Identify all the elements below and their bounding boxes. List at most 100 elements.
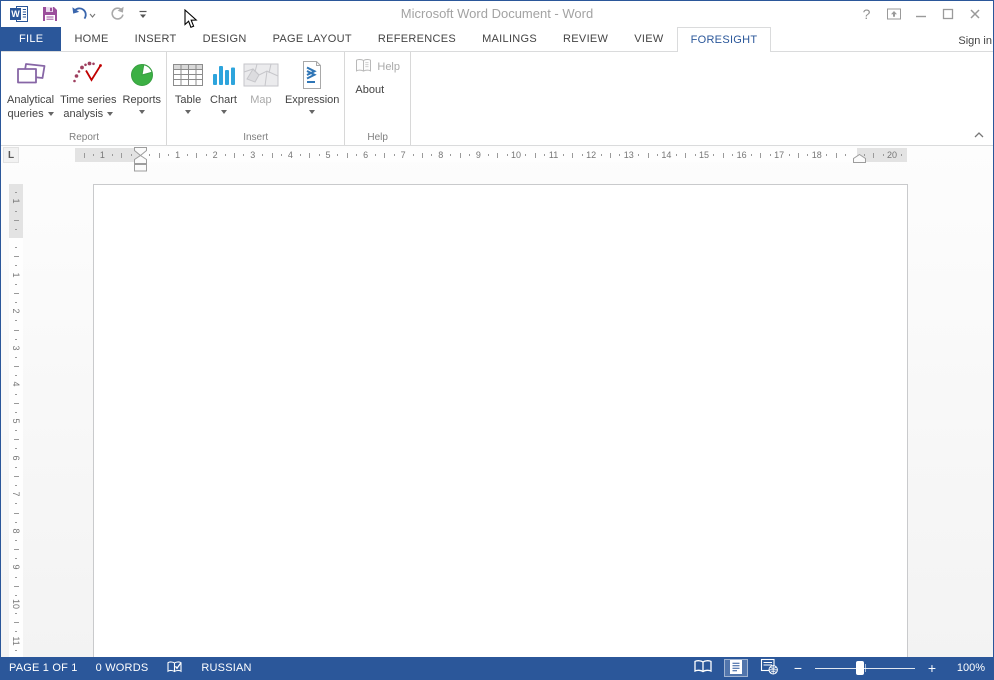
sign-in-link[interactable]: Sign in — [958, 35, 992, 47]
zoom-level[interactable]: 100% — [949, 662, 985, 674]
ruler-tick — [15, 650, 17, 651]
ruler-tick — [159, 153, 160, 158]
ribbon-button-reports[interactable]: Reports — [120, 54, 165, 115]
help-button[interactable]: ? — [853, 4, 880, 24]
ruler-tick — [685, 153, 686, 158]
language-indicator[interactable]: RUSSIAN — [201, 662, 251, 674]
ribbon-button-map[interactable]: Map — [240, 54, 282, 108]
ruler-tick — [187, 154, 188, 156]
tab-insert[interactable]: INSERT — [122, 27, 190, 51]
tab-foresight[interactable]: FORESIGHT — [677, 27, 772, 52]
h-ruler-number: 7 — [401, 150, 406, 160]
ruler-tick — [149, 154, 150, 156]
horizontal-ruler[interactable]: 112345678910111213141516171820 — [75, 148, 907, 162]
right-indent-marker[interactable] — [853, 154, 866, 163]
zoom-slider[interactable] — [815, 661, 915, 675]
ruler-tick — [384, 153, 385, 158]
ruler-tick — [873, 153, 874, 158]
h-ruler-number: 13 — [624, 150, 634, 160]
left-indent-marker[interactable] — [134, 164, 147, 172]
ribbon-button-help[interactable]: Help — [353, 57, 402, 77]
web-layout-button[interactable] — [757, 659, 781, 677]
ribbon-button-analytical-queries[interactable]: Analyticalqueries — [4, 54, 57, 122]
word-app-button[interactable]: W — [8, 4, 31, 24]
dropdown-arrow-icon[interactable] — [89, 5, 96, 23]
v-ruler-number: 2 — [11, 309, 21, 314]
collapse-ribbon-button[interactable] — [972, 130, 986, 140]
ruler-tick — [300, 154, 301, 156]
ruler-tick — [535, 153, 536, 158]
tab-page-layout[interactable]: PAGE LAYOUT — [260, 27, 365, 51]
repeat-button[interactable] — [107, 4, 127, 24]
ribbon-button-expression-label: Expression — [285, 93, 339, 107]
ruler-tick — [657, 154, 658, 156]
ruler-tick — [84, 153, 85, 158]
ruler-tick — [563, 154, 564, 156]
v-ruler-number: 7 — [11, 492, 21, 497]
ruler-tick — [262, 154, 263, 156]
ribbon-button-about[interactable]: About — [353, 80, 402, 100]
ribbon-button-time-series-analysis[interactable]: Time seriesanalysis — [57, 54, 119, 122]
tab-selector-button[interactable]: L — [3, 147, 19, 163]
ribbon-button-expression[interactable]: Expression — [282, 54, 342, 115]
maximize-button[interactable] — [934, 4, 961, 24]
zoom-out-button[interactable]: − — [792, 660, 804, 676]
read-mode-button[interactable] — [691, 659, 715, 677]
tab-review[interactable]: REVIEW — [550, 27, 621, 51]
analytical-queries-icon — [14, 57, 48, 93]
undo-button[interactable] — [69, 4, 98, 24]
ruler-tick — [225, 154, 226, 156]
ribbon-display-options-button[interactable] — [880, 4, 907, 24]
tab-view[interactable]: VIEW — [621, 27, 676, 51]
ruler-tick — [121, 153, 122, 158]
customize-quick-access-button[interactable] — [136, 4, 150, 24]
ruler-tick — [319, 154, 320, 156]
zoom-slider-handle[interactable] — [856, 661, 864, 675]
ruler-tick — [112, 154, 113, 156]
vertical-ruler[interactable]: 11234567891011 — [9, 184, 23, 657]
group-label-report: Report — [2, 132, 166, 143]
ruler-tick — [723, 153, 724, 158]
ruler-tick — [732, 154, 733, 156]
ribbon-button-chart[interactable]: Chart — [207, 54, 240, 115]
print-layout-button[interactable] — [724, 659, 748, 677]
tab-references[interactable]: REFERENCES — [365, 27, 469, 51]
tab-design[interactable]: DESIGN — [190, 27, 260, 51]
document-page[interactable] — [93, 184, 908, 657]
ribbon-button-table[interactable]: Table — [169, 54, 207, 115]
ruler-tick — [15, 448, 17, 449]
ruler-tick — [14, 220, 19, 221]
ruler-tick — [15, 577, 17, 578]
ruler-tick — [572, 153, 573, 158]
tab-home[interactable]: HOME — [61, 27, 121, 51]
page-indicator[interactable]: PAGE 1 OF 1 — [9, 662, 78, 674]
ruler-tick — [883, 154, 884, 156]
ruler-tick — [168, 154, 169, 156]
h-ruler-number: 2 — [213, 150, 218, 160]
proofing-status-button[interactable] — [166, 660, 183, 677]
h-ruler-number: 20 — [887, 150, 897, 160]
ruler-tick — [751, 154, 752, 156]
h-ruler-number: 16 — [737, 150, 747, 160]
ribbon-button-reports-label: Reports — [123, 93, 162, 107]
word-count[interactable]: 0 WORDS — [96, 662, 149, 674]
v-ruler-number: 1 — [11, 199, 21, 204]
ruler-tick — [347, 153, 348, 158]
ribbon-button-help-label: Help — [377, 61, 400, 73]
document-workspace: L 112345678910111213141516171820 1123456… — [1, 146, 993, 657]
save-button[interactable] — [40, 4, 60, 24]
zoom-in-button[interactable]: + — [926, 660, 938, 676]
ruler-tick — [93, 154, 94, 156]
ruler-tick — [770, 154, 771, 156]
ruler-tick — [272, 153, 273, 158]
close-button[interactable] — [961, 4, 988, 24]
h-ruler-number: 14 — [661, 150, 671, 160]
ruler-tick — [798, 153, 799, 158]
tab-mailings[interactable]: MAILINGS — [469, 27, 550, 51]
group-label-help: Help — [345, 132, 410, 143]
tab-file[interactable]: FILE — [1, 27, 61, 51]
minimize-button[interactable] — [907, 4, 934, 24]
map-icon — [243, 57, 279, 93]
ribbon-group-help: Help About Help — [345, 52, 411, 145]
v-ruler-number: 4 — [11, 382, 21, 387]
